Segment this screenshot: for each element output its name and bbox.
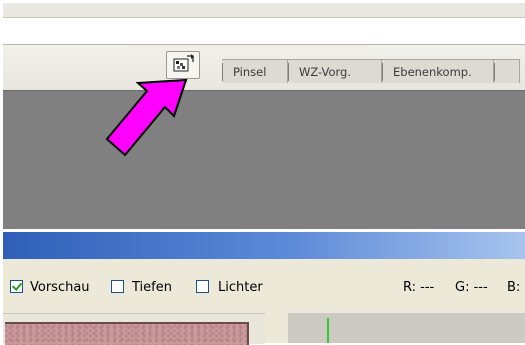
workspace-area bbox=[3, 90, 525, 229]
tab-pinsel[interactable]: Pinsel bbox=[222, 59, 288, 83]
shadows-label: Tiefen bbox=[132, 280, 172, 295]
preview-label: Vorschau bbox=[30, 280, 90, 295]
readout-r: R: --- bbox=[403, 280, 435, 295]
tab-separator bbox=[382, 63, 383, 81]
highlights-label: Lichter bbox=[218, 280, 263, 295]
highlights-checkbox[interactable] bbox=[196, 280, 209, 293]
shadows-checkbox[interactable] bbox=[111, 280, 124, 293]
tab-separator bbox=[222, 63, 223, 81]
adjustment-marker[interactable] bbox=[327, 318, 329, 343]
preview-checkbox[interactable] bbox=[10, 280, 23, 293]
tab-separator bbox=[494, 63, 495, 81]
palette-well-tabs: Pinsel WZ-Vorg. Ebenenkomp. bbox=[210, 59, 522, 85]
tab-label: WZ-Vorg. bbox=[299, 65, 352, 79]
tab-separator bbox=[288, 63, 289, 81]
adjustment-pane bbox=[288, 313, 525, 343]
tab-label: Pinsel bbox=[233, 65, 267, 79]
tab-label: Ebenenkomp. bbox=[393, 65, 472, 79]
tab-overflow[interactable] bbox=[494, 59, 520, 83]
toolbar-gap bbox=[3, 18, 525, 44]
readout-b: B: bbox=[507, 280, 521, 295]
menu-bar bbox=[3, 3, 525, 18]
tab-wz-vorg[interactable]: WZ-Vorg. bbox=[288, 59, 382, 83]
pointer-arrow-annotation-icon bbox=[105, 78, 188, 157]
dialog-title-bar bbox=[3, 232, 525, 259]
tab-ebenenkomp[interactable]: Ebenenkomp. bbox=[382, 59, 494, 83]
readout-g: G: --- bbox=[455, 280, 488, 295]
preview-image bbox=[5, 322, 249, 345]
screenshot-root: { "panel_tabs": ["Pinsel", "WZ-Vorg.", "… bbox=[0, 0, 525, 345]
